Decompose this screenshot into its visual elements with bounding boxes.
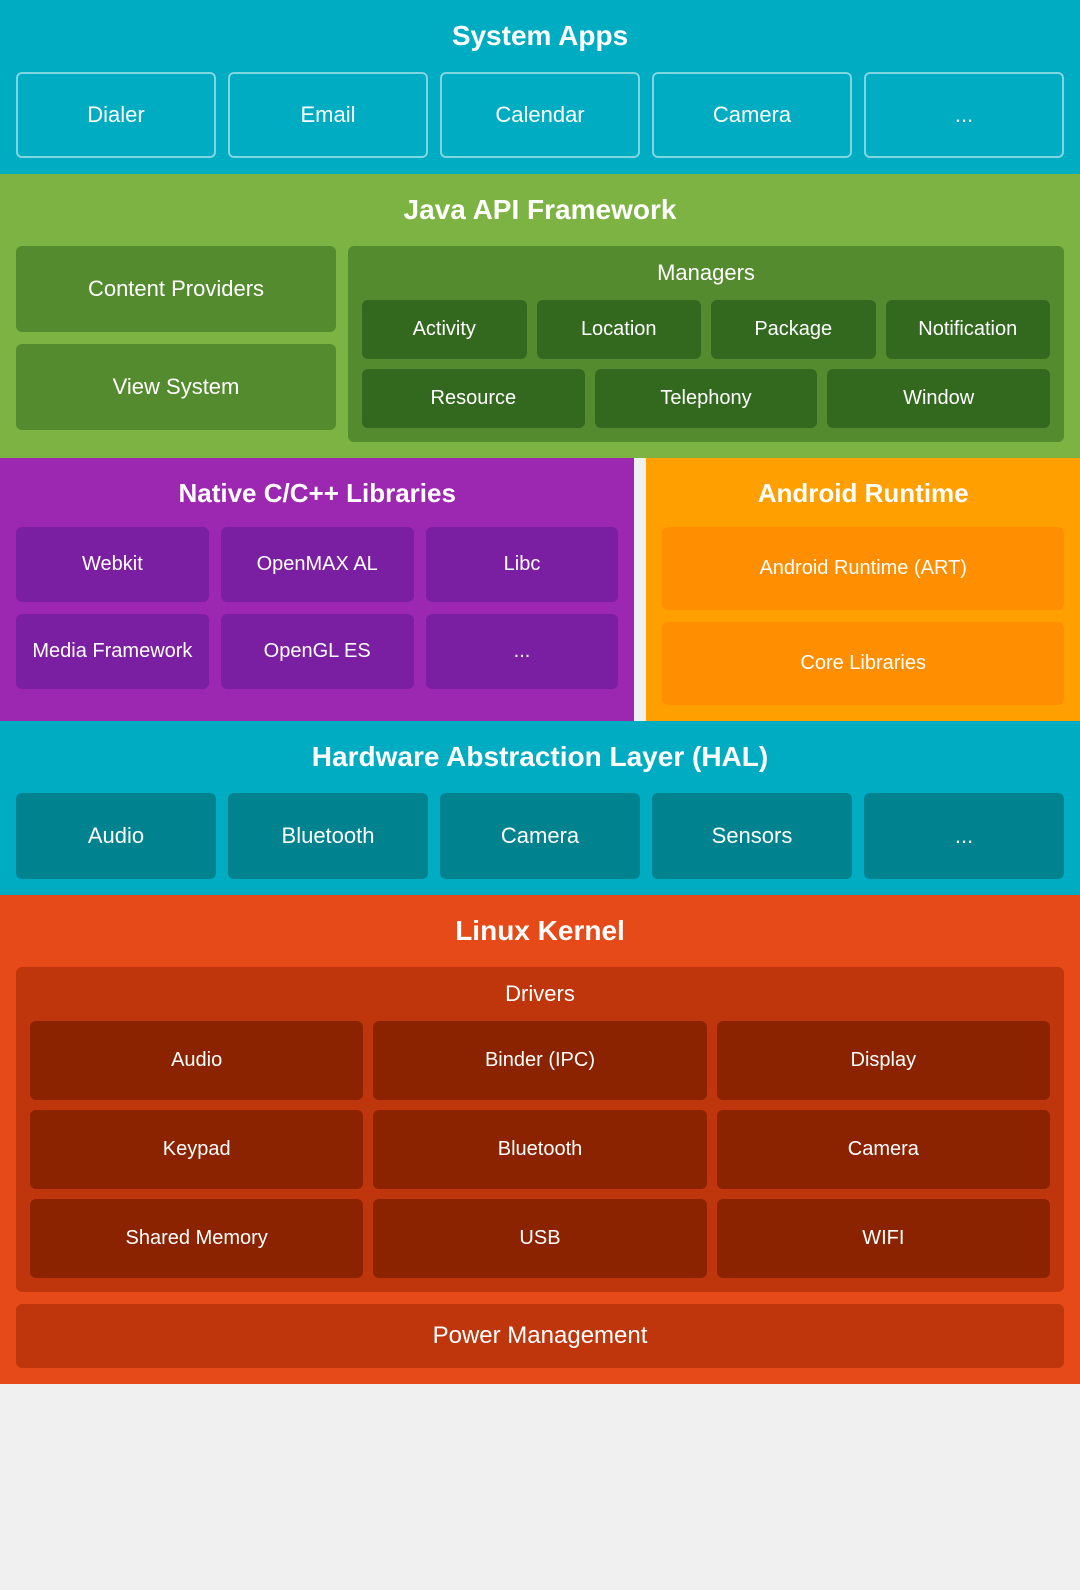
hal-layer: Hardware Abstraction Layer (HAL) Audio B…: [0, 721, 1080, 895]
hal-bluetooth: Bluetooth: [228, 793, 428, 879]
linux-kernel-layer: Linux Kernel Drivers Audio Binder (IPC) …: [0, 895, 1080, 1384]
app-more: ...: [864, 72, 1064, 158]
system-apps-layer: System Apps Dialer Email Calendar Camera…: [0, 0, 1080, 174]
driver-binder: Binder (IPC): [373, 1021, 706, 1100]
native-section: Native C/C++ Libraries Webkit OpenMAX AL…: [0, 458, 634, 721]
linux-title: Linux Kernel: [16, 911, 1064, 955]
hal-row: Audio Bluetooth Camera Sensors ...: [16, 793, 1064, 879]
driver-audio: Audio: [30, 1021, 363, 1100]
runtime-core-libs: Core Libraries: [662, 622, 1064, 705]
hal-sensors: Sensors: [652, 793, 852, 879]
driver-bluetooth: Bluetooth: [373, 1110, 706, 1189]
manager-telephony: Telephony: [595, 369, 818, 428]
drivers-section: Drivers Audio Binder (IPC) Display Keypa…: [16, 967, 1064, 1292]
system-apps-row: Dialer Email Calendar Camera ...: [16, 72, 1064, 158]
runtime-title: Android Runtime: [662, 474, 1064, 515]
native-openmax: OpenMAX AL: [221, 527, 414, 602]
manager-notification: Notification: [886, 300, 1051, 359]
native-title: Native C/C++ Libraries: [16, 474, 618, 515]
native-row2: Media Framework OpenGL ES ...: [16, 614, 618, 689]
manager-resource: Resource: [362, 369, 585, 428]
java-api-content: Content Providers View System Managers A…: [16, 246, 1064, 442]
drivers-title: Drivers: [30, 981, 1050, 1007]
native-row1: Webkit OpenMAX AL Libc: [16, 527, 618, 602]
native-libc: Libc: [426, 527, 619, 602]
android-runtime-section: Android Runtime Android Runtime (ART) Co…: [646, 458, 1080, 721]
driver-display: Display: [717, 1021, 1050, 1100]
app-calendar: Calendar: [440, 72, 640, 158]
app-email: Email: [228, 72, 428, 158]
manager-window: Window: [827, 369, 1050, 428]
native-media: Media Framework: [16, 614, 209, 689]
runtime-art: Android Runtime (ART): [662, 527, 1064, 610]
managers-title: Managers: [362, 260, 1050, 286]
hal-more: ...: [864, 793, 1064, 879]
native-grid: Webkit OpenMAX AL Libc Media Framework O…: [16, 527, 618, 689]
java-api-title: Java API Framework: [16, 190, 1064, 234]
native-more: ...: [426, 614, 619, 689]
java-api-layer: Java API Framework Content Providers Vie…: [0, 174, 1080, 458]
native-runtime-row: Native C/C++ Libraries Webkit OpenMAX AL…: [0, 458, 1080, 721]
driver-shared-memory: Shared Memory: [30, 1199, 363, 1278]
native-opengl: OpenGL ES: [221, 614, 414, 689]
system-apps-title: System Apps: [16, 16, 1064, 60]
hal-audio: Audio: [16, 793, 216, 879]
manager-activity: Activity: [362, 300, 527, 359]
native-webkit: Webkit: [16, 527, 209, 602]
managers-section: Managers Activity Location Package Notif…: [348, 246, 1064, 442]
drivers-row2: Keypad Bluetooth Camera: [30, 1110, 1050, 1189]
drivers-row3: Shared Memory USB WIFI: [30, 1199, 1050, 1278]
app-dialer: Dialer: [16, 72, 216, 158]
driver-usb: USB: [373, 1199, 706, 1278]
power-management: Power Management: [16, 1304, 1064, 1368]
managers-row1: Activity Location Package Notification: [362, 300, 1050, 359]
java-api-left: Content Providers View System: [16, 246, 336, 442]
driver-keypad: Keypad: [30, 1110, 363, 1189]
drivers-row1: Audio Binder (IPC) Display: [30, 1021, 1050, 1100]
managers-row2: Resource Telephony Window: [362, 369, 1050, 428]
driver-wifi: WIFI: [717, 1199, 1050, 1278]
driver-camera: Camera: [717, 1110, 1050, 1189]
hal-camera: Camera: [440, 793, 640, 879]
manager-location: Location: [537, 300, 702, 359]
content-providers: Content Providers: [16, 246, 336, 332]
hal-title: Hardware Abstraction Layer (HAL): [16, 737, 1064, 781]
view-system: View System: [16, 344, 336, 430]
manager-package: Package: [711, 300, 876, 359]
app-camera: Camera: [652, 72, 852, 158]
